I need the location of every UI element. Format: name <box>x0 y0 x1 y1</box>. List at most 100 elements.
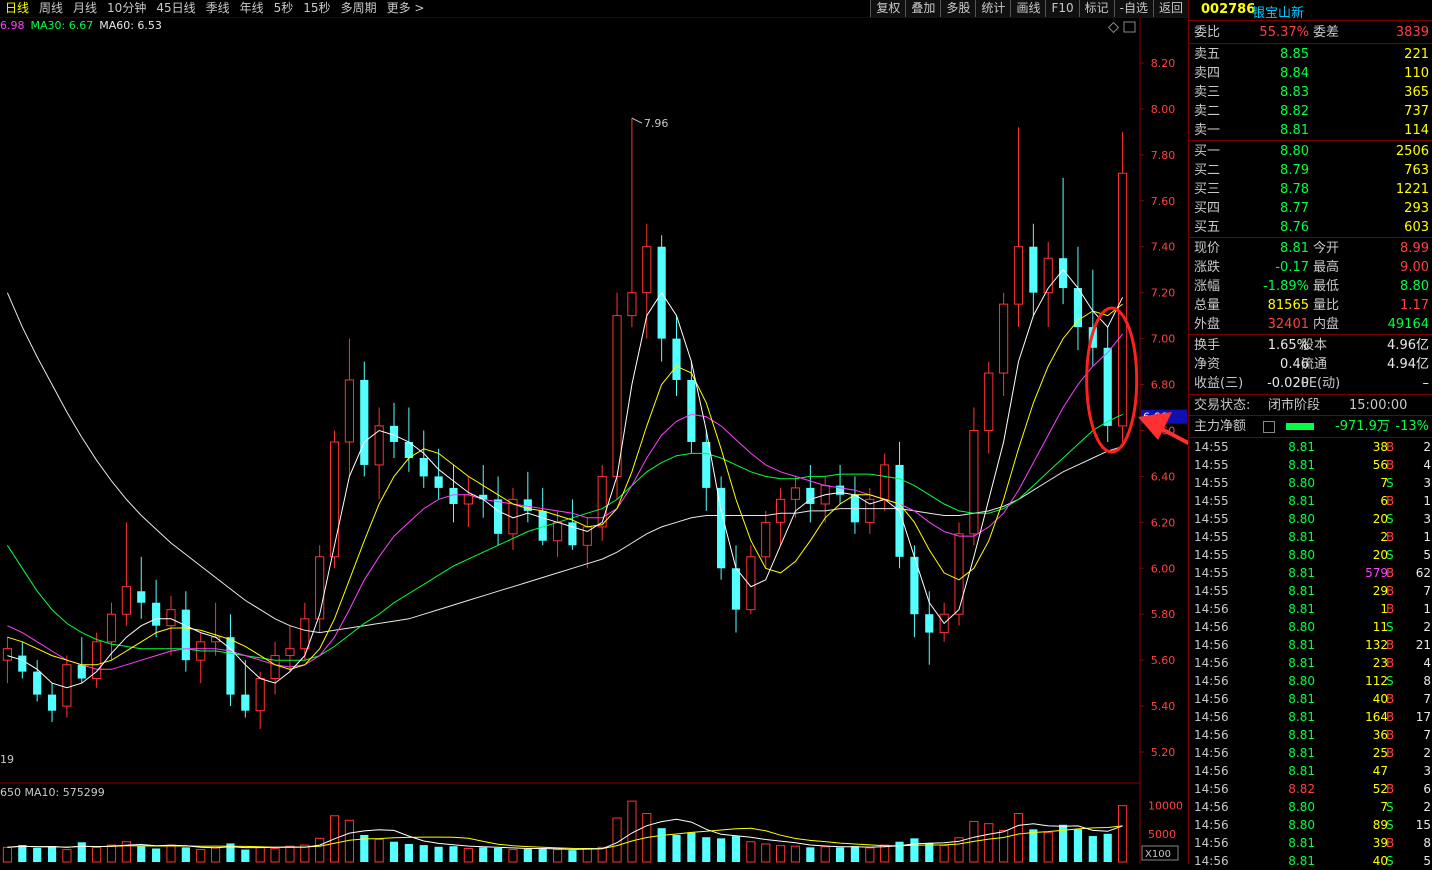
fundamental-label: 换手 <box>1194 338 1221 353</box>
tick-direction: S <box>1386 620 1394 634</box>
bids-level[interactable]: 买五 8.76 603 <box>1189 218 1432 237</box>
asks-level[interactable]: 卖五 8.85 221 <box>1189 45 1432 64</box>
period-tab[interactable]: 5秒 <box>269 0 299 17</box>
period-tab[interactable]: 季线 <box>201 0 235 17</box>
period-tab[interactable]: 多周期 <box>336 0 382 17</box>
candle-body <box>92 641 102 680</box>
volume-bar <box>2 846 13 863</box>
trade-status-label: 交易状态: <box>1194 398 1251 413</box>
stock-name[interactable]: 银宝山新 <box>1252 2 1304 21</box>
bids-level[interactable]: 买四 8.77 293 <box>1189 199 1432 218</box>
tick-price: 8.81 <box>1288 854 1315 868</box>
tick-row[interactable]: 14:56 8.80 11 S 2 <box>1190 618 1432 636</box>
window-icon[interactable] <box>1123 21 1136 33</box>
tick-time: 14:56 <box>1194 620 1229 634</box>
tick-row[interactable]: 14:55 8.80 20 S 5 <box>1190 546 1432 564</box>
tick-count: 5 <box>1423 854 1431 868</box>
period-tab[interactable]: 日线 <box>0 0 34 17</box>
tool-button[interactable]: 统计 <box>975 0 1011 17</box>
tick-row[interactable]: 14:56 8.81 25 B 2 <box>1190 744 1432 762</box>
period-tab[interactable]: 月线 <box>68 0 102 17</box>
tick-row[interactable]: 14:55 8.81 56 B 4 <box>1190 456 1432 474</box>
candle-body <box>1073 288 1083 328</box>
period-tab[interactable]: 10分钟 <box>102 0 151 17</box>
asks-level[interactable]: 卖一 8.81 114 <box>1189 121 1432 140</box>
tick-direction: B <box>1386 746 1395 760</box>
tick-row[interactable]: 14:56 8.81 36 B 7 <box>1190 726 1432 744</box>
level-price: 8.84 <box>1280 66 1309 81</box>
candle-body <box>285 648 295 657</box>
tool-button[interactable]: 画线 <box>1010 0 1046 17</box>
candle-body <box>687 379 696 442</box>
tick-direction: S <box>1386 476 1394 490</box>
candle-body <box>152 602 161 626</box>
tick-price: 8.81 <box>1288 656 1315 670</box>
tool-button[interactable]: 返回 <box>1152 0 1188 17</box>
tick-row[interactable]: 14:56 8.81 132 B 21 <box>1190 636 1432 654</box>
tick-direction: S <box>1386 854 1394 868</box>
bids-level[interactable]: 买一 8.80 2506 <box>1189 142 1432 161</box>
candle-body <box>270 655 280 680</box>
tool-button[interactable]: F10 <box>1045 0 1079 17</box>
candle-body <box>1117 172 1128 427</box>
fundamental-label: 股本 <box>1301 338 1328 353</box>
tool-button[interactable]: 叠加 <box>905 0 941 17</box>
fundamental-row: 净资 0.46 流通 4.94亿 <box>1189 355 1432 374</box>
asks-level[interactable]: 卖四 8.84 110 <box>1189 64 1432 83</box>
tick-row[interactable]: 14:56 8.81 40 S 5 <box>1190 852 1432 870</box>
tick-row[interactable]: 14:55 8.81 579 B 62 <box>1190 564 1432 582</box>
tick-row[interactable]: 14:56 8.81 40 B 7 <box>1190 690 1432 708</box>
tick-row[interactable]: 14:56 8.80 112 S 8 <box>1190 672 1432 690</box>
weicha-value: 3839 <box>1395 25 1429 40</box>
tool-button[interactable]: 多股 <box>940 0 976 17</box>
candle-body <box>166 609 176 627</box>
tick-row[interactable]: 14:55 8.80 7 S 3 <box>1190 474 1432 492</box>
bids-level[interactable]: 买二 8.79 763 <box>1189 161 1432 180</box>
volume-bar <box>746 841 756 863</box>
tick-row[interactable]: 14:55 8.80 20 S 3 <box>1190 510 1432 528</box>
tool-button[interactable]: -自选 <box>1113 0 1153 17</box>
tick-price: 8.81 <box>1288 710 1315 724</box>
tick-row[interactable]: 14:55 8.81 2 B 1 <box>1190 528 1432 546</box>
period-tab[interactable]: 45日线 <box>151 0 200 17</box>
period-tab[interactable]: 周线 <box>34 0 68 17</box>
weibi-label: 委比 <box>1194 25 1221 40</box>
tick-price: 8.80 <box>1288 512 1315 526</box>
diamond-icon[interactable] <box>1107 21 1120 34</box>
tick-row[interactable]: 14:55 8.81 29 B 7 <box>1190 582 1432 600</box>
tick-row[interactable]: 14:56 8.81 39 B 8 <box>1190 834 1432 852</box>
tick-volume: 47 <box>1372 764 1388 778</box>
tick-direction: B <box>1386 584 1395 598</box>
tick-time: 14:55 <box>1194 530 1229 544</box>
tick-time: 14:56 <box>1194 782 1229 796</box>
bids-level[interactable]: 买三 8.78 1221 <box>1189 180 1432 199</box>
tick-row[interactable]: 14:56 8.81 23 B 4 <box>1190 654 1432 672</box>
asks-level[interactable]: 卖二 8.82 737 <box>1189 102 1432 121</box>
tool-button[interactable]: 复权 <box>870 0 906 17</box>
quote-label: 今开 <box>1313 241 1340 256</box>
tick-count: 8 <box>1423 836 1431 850</box>
tick-row[interactable]: 14:56 8.80 7 S 2 <box>1190 798 1432 816</box>
fundamental-label: PE(动) <box>1301 376 1341 391</box>
tick-row[interactable]: 14:55 8.81 6 B 1 <box>1190 492 1432 510</box>
tick-count: 15 <box>1415 818 1431 832</box>
quote-label: 涨幅 <box>1194 279 1221 294</box>
kline-chart[interactable]: 5.205.405.605.806.006.206.406.606.807.00… <box>0 18 1188 864</box>
tick-row[interactable]: 14:56 8.81 164 B 17 <box>1190 708 1432 726</box>
asks-level[interactable]: 卖三 8.83 365 <box>1189 83 1432 102</box>
volume-bar <box>910 838 919 862</box>
doc-icon[interactable] <box>1263 421 1275 433</box>
tick-time: 14:56 <box>1194 692 1229 706</box>
price-tick-label: 6.80 <box>1151 379 1176 392</box>
tool-button[interactable]: 标记 <box>1078 0 1114 17</box>
period-tab[interactable]: 年线 <box>235 0 269 17</box>
period-tab[interactable]: 15秒 <box>298 0 335 17</box>
tick-row[interactable]: 14:55 8.81 38 B 2 <box>1190 438 1432 456</box>
period-tab[interactable]: 更多 > <box>382 0 430 17</box>
tick-row[interactable]: 14:56 8.81 1 B 1 <box>1190 600 1432 618</box>
trade-status-value: 闭市阶段 <box>1268 398 1321 413</box>
tick-row[interactable]: 14:56 8.81 47 3 <box>1190 762 1432 780</box>
tick-row[interactable]: 14:56 8.82 52 B 6 <box>1190 780 1432 798</box>
tick-time: 14:56 <box>1194 674 1229 688</box>
tick-row[interactable]: 14:56 8.80 89 S 15 <box>1190 816 1432 834</box>
